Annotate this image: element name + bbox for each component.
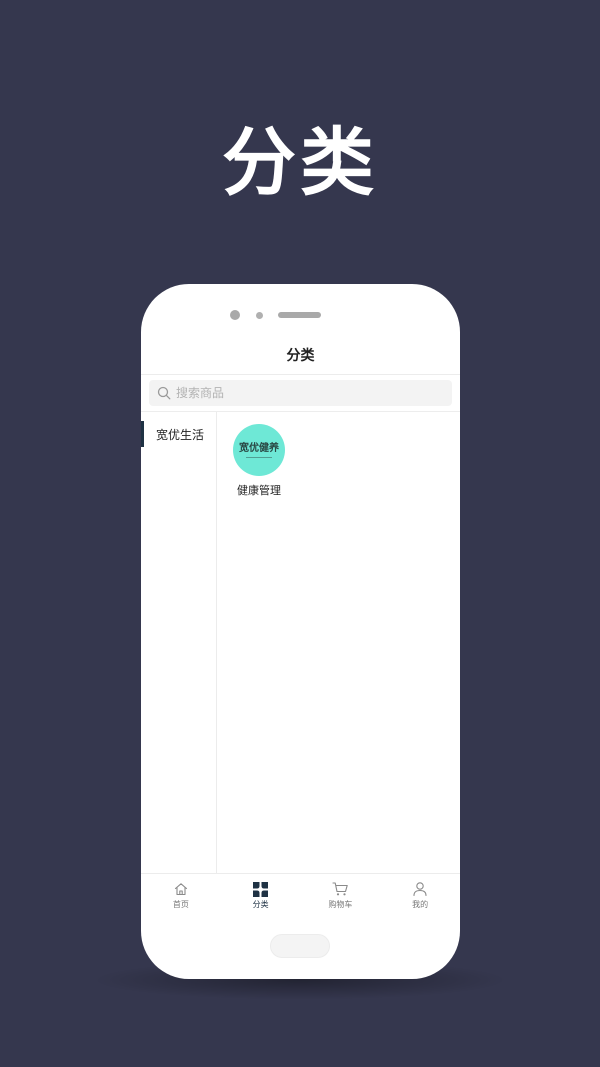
sidebar-active-indicator <box>141 421 144 447</box>
search-input[interactable] <box>176 386 436 400</box>
tab-mine[interactable]: 我的 <box>380 874 460 914</box>
bottom-tabbar: 首页 分类 购物车 我的 <box>141 873 460 914</box>
sensor-dot <box>256 312 263 319</box>
hero-title: 分类 <box>222 120 378 206</box>
tab-home[interactable]: 首页 <box>141 874 221 914</box>
tab-category[interactable]: 分类 <box>221 874 301 914</box>
home-icon <box>172 880 190 898</box>
category-tile-health-management[interactable]: 宽优健养 健康管理 <box>232 424 286 498</box>
phone-home-button <box>270 934 330 958</box>
category-logo: 宽优健养 <box>233 424 285 476</box>
sidebar-item-kuanyou-life[interactable]: 宽优生活 <box>141 421 216 447</box>
search-bar[interactable] <box>149 380 452 406</box>
speaker-grille <box>278 312 321 318</box>
sidebar-item-label: 宽优生活 <box>156 427 205 442</box>
cart-icon <box>331 880 349 898</box>
search-icon <box>157 386 171 400</box>
category-content: 宽优健养 健康管理 <box>217 412 460 873</box>
tab-label-cart: 购物车 <box>328 900 353 909</box>
category-grid-icon <box>252 880 270 898</box>
category-label: 健康管理 <box>237 484 281 497</box>
tab-cart[interactable]: 购物车 <box>301 874 381 914</box>
user-icon <box>411 880 429 898</box>
tab-label-home: 首页 <box>172 900 189 909</box>
camera-dot <box>230 310 240 320</box>
tab-label-mine: 我的 <box>412 900 429 909</box>
category-sidebar: 宽优生活 <box>141 412 217 873</box>
phone-frame: 分类 宽优生活 宽优健养 健康管理 <box>141 284 460 979</box>
logo-underline <box>246 456 272 458</box>
header-divider <box>141 374 460 375</box>
page-title: 分类 <box>286 348 315 364</box>
tab-label-category: 分类 <box>252 900 269 909</box>
logo-text: 宽优健养 <box>239 442 279 454</box>
